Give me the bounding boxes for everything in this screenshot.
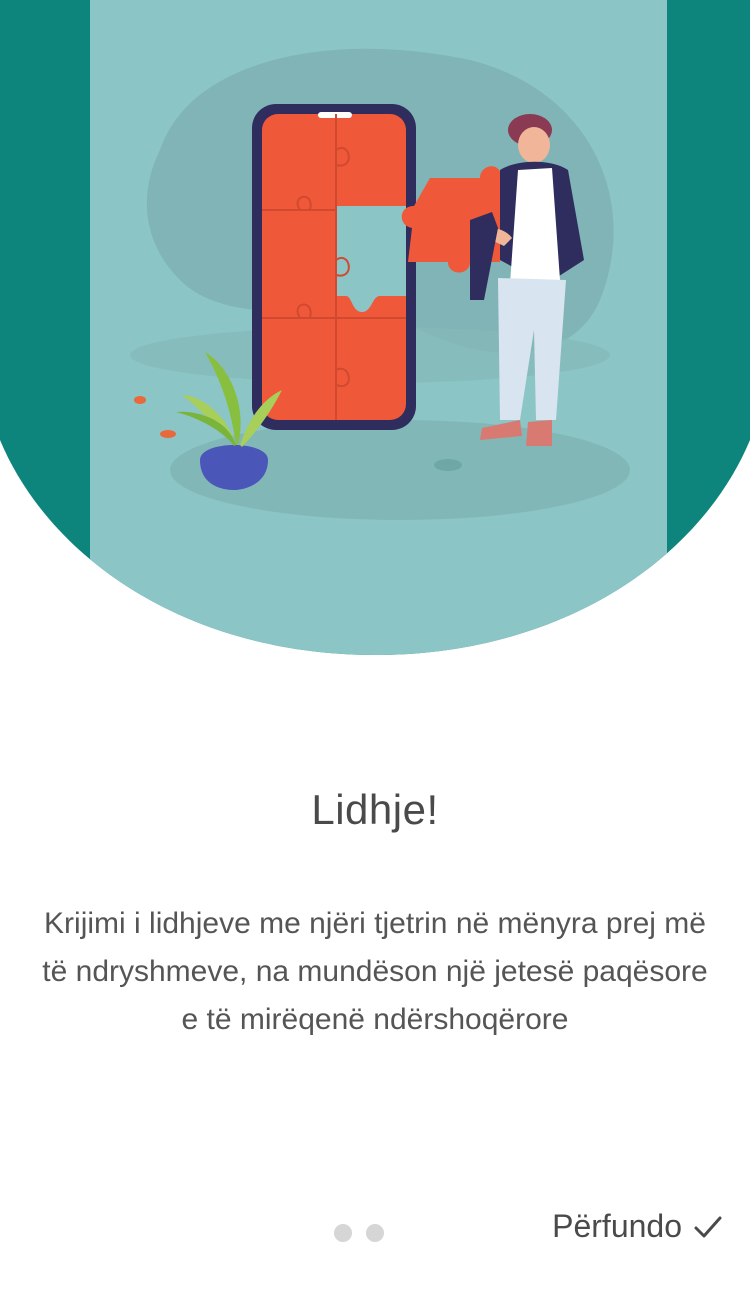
page-title: Lidhje! bbox=[311, 786, 439, 833]
page-description: Krijimi i lidhjeve me njëri tjetrin në m… bbox=[42, 907, 708, 1036]
page-indicator bbox=[334, 1224, 384, 1242]
page-dot-2[interactable] bbox=[366, 1224, 384, 1242]
finish-button[interactable]: Përfundo bbox=[552, 1208, 724, 1245]
finish-button-label: Përfundo bbox=[552, 1208, 682, 1244]
hero-illustration bbox=[0, 0, 750, 660]
check-icon bbox=[694, 1216, 722, 1237]
page-dot-1[interactable] bbox=[334, 1224, 352, 1242]
puzzle-phone-illustration bbox=[0, 0, 750, 655]
